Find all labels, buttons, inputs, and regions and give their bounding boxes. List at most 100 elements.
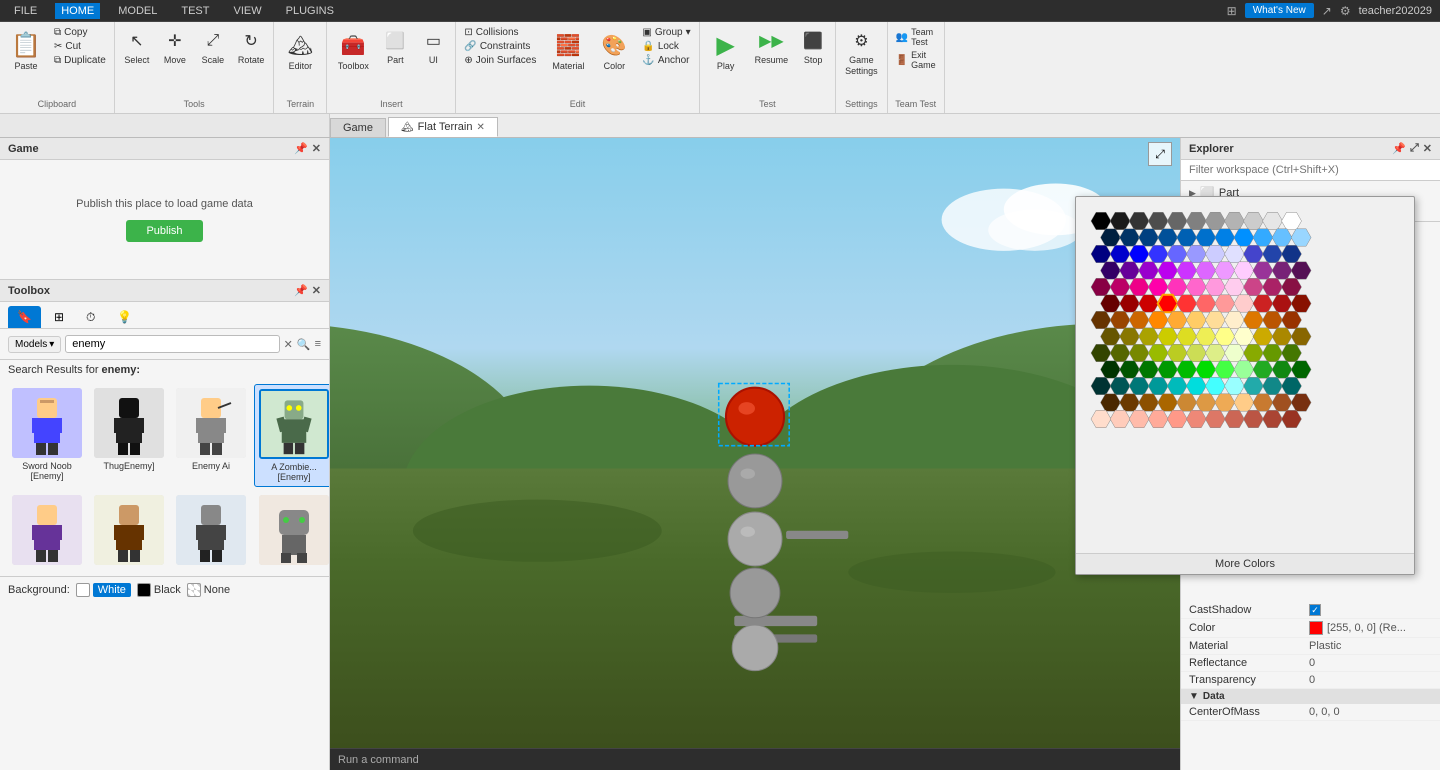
search-input[interactable] (65, 335, 279, 353)
stop-button[interactable]: ⬛ Stop (795, 26, 831, 68)
model-thumb (12, 495, 82, 565)
filter-icon[interactable]: ≡ (315, 338, 321, 351)
scale-button[interactable]: ⤢ Scale (195, 26, 231, 68)
terrain-tab-icon: 🏔 (401, 122, 414, 133)
model-item[interactable]: Enemy Ai (172, 384, 250, 487)
model-item[interactable] (8, 491, 86, 572)
model-thumb (259, 495, 329, 565)
color-button[interactable]: 🎨 Color (592, 26, 636, 74)
main-content: Game 📌 ✕ Publish this place to load game… (0, 138, 1440, 770)
more-colors-button[interactable]: More Colors (1076, 553, 1414, 574)
prop-cast-shadow-value[interactable]: ✓ (1309, 604, 1432, 616)
game-panel-close-icon[interactable]: ✕ (312, 142, 321, 155)
game-panel-title: Game (8, 143, 39, 155)
join-surfaces-icon: ⊕ (464, 55, 472, 66)
game-settings-button[interactable]: ⚙ GameSettings (840, 26, 883, 80)
bg-black-option[interactable]: Black (137, 583, 181, 597)
select-button[interactable]: ↖ Select (119, 26, 155, 68)
tab-flat-terrain[interactable]: 🏔 Flat Terrain ✕ (388, 117, 498, 137)
anchor-button[interactable]: ⚓ Anchor (638, 54, 694, 67)
prop-material-value: Plastic (1309, 640, 1432, 652)
part-button[interactable]: ⬜ Part (377, 26, 413, 68)
copy-button[interactable]: ⧉ Copy (50, 26, 110, 39)
toolbox-search-bar: Models ▾ ✕ 🔍 ≡ (0, 329, 329, 360)
viewport[interactable]: ⤢ PIXEL (330, 138, 1180, 770)
toolbox-tab-grid[interactable]: ⊞ (45, 306, 73, 328)
right-panel: Explorer 📌 ⤢ ✕ ▶ ⬜ Part ▶ ⬜ Part (1180, 138, 1440, 770)
play-button[interactable]: ▶ Play (704, 26, 748, 74)
exit-game-button[interactable]: 🚪 ExitGame (892, 49, 940, 71)
select-icon: ↖ (125, 29, 149, 53)
menu-item-home[interactable]: HOME (55, 3, 100, 19)
search-icon[interactable]: 🔍 (297, 338, 311, 351)
team-test-label: Team Test (892, 97, 940, 109)
insert-label: Insert (331, 97, 451, 109)
material-button[interactable]: 🧱 Material (546, 26, 590, 74)
filter-input[interactable] (1181, 160, 1440, 181)
model-label: Enemy Ai (192, 461, 230, 471)
model-thumb (12, 388, 82, 458)
join-surfaces-button[interactable]: ⊕ Join Surfaces (460, 54, 540, 67)
toolbox-button[interactable]: 🧰 Toolbox (331, 26, 375, 74)
terrain-label: Terrain (278, 97, 322, 109)
search-results-grid: Sword Noob [Enemy] ThugEnemy] Enemy Ai (0, 380, 329, 576)
settings-icon[interactable]: ⚙ (1340, 4, 1351, 18)
menu-item-file[interactable]: FILE (8, 3, 43, 19)
edit-group: ⊡ Collisions 🔗 Constraints ⊕ Join Surfac… (456, 22, 699, 113)
prop-color-value[interactable]: [255, 0, 0] (Re... (1309, 621, 1432, 635)
viewport-toolbar: ⤢ (1148, 142, 1172, 166)
explorer-pin-icon[interactable]: 📌 (1392, 142, 1406, 155)
ui-button[interactable]: ▭ UI (415, 26, 451, 68)
menu-item-plugins[interactable]: PLUGINS (280, 3, 340, 19)
cast-shadow-checkbox[interactable]: ✓ (1309, 604, 1321, 616)
menu-item-view[interactable]: VIEW (227, 3, 267, 19)
share-icon[interactable]: ↗ (1322, 4, 1332, 18)
menu-bar: FILE HOME MODEL TEST VIEW PLUGINS ⊞ What… (0, 0, 1440, 22)
whats-new-button[interactable]: What's New (1245, 3, 1314, 18)
resume-button[interactable]: ▶▶ Resume (750, 26, 794, 68)
paste-button[interactable]: 📋 Paste (4, 26, 48, 74)
model-item[interactable] (172, 491, 250, 572)
toolbox-icon: 🧰 (337, 29, 369, 61)
constraints-button[interactable]: 🔗 Constraints (460, 40, 540, 53)
toolbox-tab-recent[interactable]: ⏱ (77, 306, 104, 328)
scene-svg (330, 138, 1180, 770)
explorer-close-icon[interactable]: ✕ (1423, 142, 1432, 155)
duplicate-button[interactable]: ⧉ Duplicate (50, 54, 110, 67)
toolbox-close-icon[interactable]: ✕ (312, 284, 321, 297)
editor-button[interactable]: 🏔 Editor (278, 26, 322, 74)
cut-button[interactable]: ✂ Cut (50, 40, 110, 53)
tab-game[interactable]: Game (330, 118, 386, 137)
bg-white-label: White (93, 583, 131, 597)
group-icon: ▣ (642, 27, 651, 38)
run-command-bar[interactable]: Run a command (330, 748, 1180, 770)
lock-button[interactable]: 🔒 Lock (638, 40, 694, 53)
toolbox-tab-bookmark[interactable]: 🔖 (8, 306, 41, 328)
menu-item-test[interactable]: TEST (175, 3, 215, 19)
clear-search-icon[interactable]: ✕ (284, 338, 293, 351)
toolbox-pin-icon[interactable]: 📌 (294, 284, 308, 297)
anchor-icon: ⚓ (642, 55, 654, 66)
bg-white-option[interactable]: White (76, 583, 131, 597)
collisions-button[interactable]: ⊡ Collisions (460, 26, 540, 39)
menu-item-model[interactable]: MODEL (112, 3, 163, 19)
model-item[interactable] (254, 491, 329, 572)
game-panel-pin-icon[interactable]: 📌 (294, 142, 308, 155)
tab-close-button[interactable]: ✕ (477, 122, 485, 133)
publish-button[interactable]: Publish (126, 220, 202, 242)
model-item[interactable]: A Zombie... [Enemy] (254, 384, 329, 487)
move-icon: ✛ (163, 29, 187, 53)
move-button[interactable]: ✛ Move (157, 26, 193, 68)
group-button[interactable]: ▣ Group ▾ (638, 26, 694, 39)
fullscreen-button[interactable]: ⤢ (1148, 142, 1172, 166)
model-item[interactable] (90, 491, 168, 572)
model-item[interactable]: ThugEnemy] (90, 384, 168, 487)
model-item[interactable]: Sword Noob [Enemy] (8, 384, 86, 487)
bg-none-option[interactable]: None (187, 583, 230, 597)
category-dropdown[interactable]: Models ▾ (8, 336, 61, 353)
toolbox-tab-light[interactable]: 💡 (108, 306, 141, 328)
prop-reflectance: Reflectance 0 (1181, 655, 1440, 672)
explorer-expand-icon[interactable]: ⤢ (1410, 142, 1419, 155)
team-test-button[interactable]: 👥 TeamTest (892, 26, 940, 48)
rotate-button[interactable]: ↻ Rotate (233, 26, 270, 68)
